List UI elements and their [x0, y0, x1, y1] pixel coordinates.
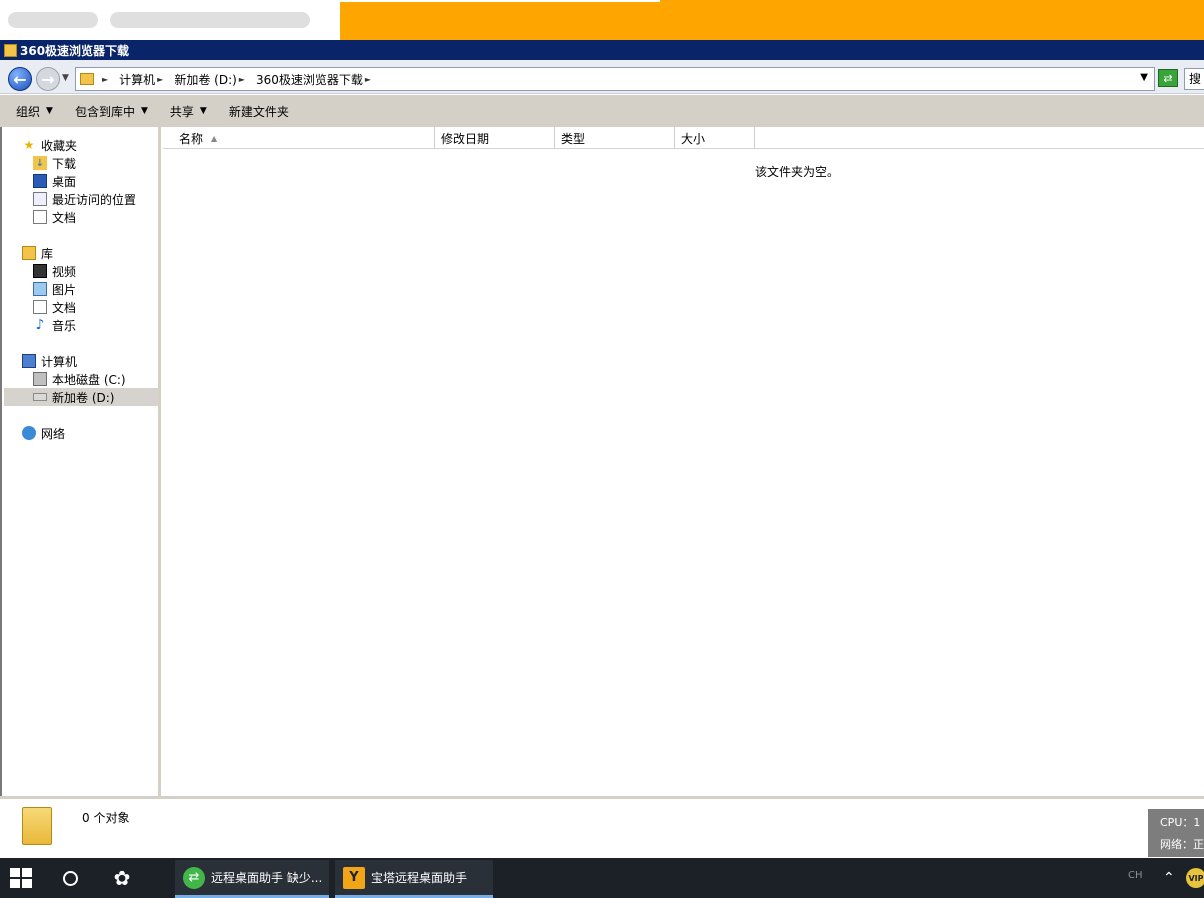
cortana-search-icon[interactable]	[63, 871, 78, 886]
share-menu[interactable]: 共享 ▼	[170, 103, 207, 120]
window-title: 360极速浏览器下载	[20, 43, 130, 58]
show-hidden-icons-chevron-up-icon[interactable]: ⌃	[1163, 870, 1175, 886]
baota-app-icon: Y	[343, 866, 365, 889]
music-note-icon: ♪	[35, 317, 45, 333]
system-drive-icon	[33, 372, 47, 386]
chevron-right-icon: ►	[157, 74, 164, 84]
nav-item-desktop[interactable]: 桌面	[33, 172, 76, 190]
forward-button[interactable]: →	[36, 67, 60, 91]
picture-icon	[33, 282, 47, 296]
sort-ascending-icon: ▲	[211, 133, 218, 143]
details-pane: 0 个对象 CPU：1 网络：正	[0, 796, 1204, 858]
task-view-button[interactable]: ✿	[111, 866, 133, 890]
chevron-right-icon: ►	[238, 74, 245, 84]
folder-icon	[80, 73, 94, 85]
nav-item-documents-favorite[interactable]: 文档	[33, 208, 76, 226]
desktop-icon	[33, 174, 47, 188]
include-in-library-menu[interactable]: 包含到库中 ▼	[75, 103, 148, 120]
windows-logo-icon	[10, 868, 20, 877]
video-icon	[33, 264, 47, 278]
taskbar-app-remote-desktop-helper[interactable]: ⇄ 远程桌面助手 缺少...	[175, 860, 329, 898]
document-icon	[33, 210, 47, 224]
back-button[interactable]: ←	[8, 67, 32, 91]
breadcrumb-root-arrow[interactable]: ►	[100, 75, 113, 84]
breadcrumb-computer[interactable]: 计算机 ►	[119, 71, 168, 88]
nav-item-pictures[interactable]: 图片	[33, 280, 76, 298]
download-folder-icon: ↓	[33, 156, 47, 170]
remote-desktop-app-icon: ⇄	[183, 866, 205, 889]
document-icon	[33, 300, 47, 314]
folder-icon	[22, 807, 52, 845]
empty-folder-message: 该文件夹为空。	[755, 165, 840, 179]
taskbar-app-baota-remote-desktop[interactable]: Y 宝塔远程桌面助手	[335, 860, 493, 898]
breadcrumb-new-volume[interactable]: 新加卷 (D:) ►	[174, 71, 250, 88]
taskbar: ✿ ⇄ 远程桌面助手 缺少... Y 宝塔远程桌面助手 CH ⌃ VIP	[0, 858, 1204, 898]
chevron-down-icon: ▼	[140, 106, 148, 116]
blurred-tab	[0, 0, 340, 40]
file-list-pane[interactable]: 名称 ▲ 修改日期 类型 大小 该文件夹为空。	[163, 127, 1204, 796]
chevron-down-icon: ▼	[46, 106, 53, 116]
folder-icon	[4, 43, 17, 57]
browser-tab-strip	[0, 0, 1204, 40]
arrow-right-icon: →	[41, 69, 55, 89]
nav-item-favorites[interactable]: ★ 收藏夹	[22, 136, 77, 154]
nav-item-local-disk-c[interactable]: 本地磁盘 (C:)	[33, 370, 126, 388]
tab-divider	[340, 0, 660, 2]
blurred-text	[8, 12, 98, 28]
nav-item-new-volume-d[interactable]: 新加卷 (D:)	[4, 388, 158, 406]
column-header-name[interactable]: 名称 ▲	[163, 127, 435, 149]
nav-item-computer[interactable]: 计算机	[22, 352, 77, 370]
search-field[interactable]: 搜	[1184, 68, 1204, 90]
column-header-modified[interactable]: 修改日期	[435, 127, 555, 149]
refresh-button[interactable]: ⇄	[1158, 69, 1178, 87]
system-monitor-panel: CPU：1 网络：正	[1148, 809, 1204, 857]
address-field[interactable]: ► 计算机 ► 新加卷 (D:) ► 360极速浏览器下载 ► ▼	[75, 67, 1155, 91]
start-button[interactable]	[10, 868, 32, 888]
nav-item-documents[interactable]: 文档	[33, 298, 76, 316]
chevron-down-icon: ▼	[199, 106, 207, 116]
nav-item-music[interactable]: ♪ 音乐	[33, 316, 76, 334]
nav-item-libraries[interactable]: 库	[22, 244, 53, 262]
recent-pages-dropdown[interactable]: ▼	[62, 73, 69, 83]
blurred-text	[110, 12, 310, 28]
library-icon	[22, 246, 36, 260]
network-readout: 网络：正	[1160, 838, 1204, 851]
column-header-size[interactable]: 大小	[675, 127, 755, 149]
refresh-icon: ⇄	[1163, 71, 1173, 85]
task-view-icon: ✿	[113, 866, 131, 890]
column-header-type[interactable]: 类型	[555, 127, 675, 149]
chevron-right-icon: ►	[364, 74, 372, 84]
arrow-left-icon: ←	[13, 69, 27, 89]
navigation-pane: ★ 收藏夹 ↓ 下载 桌面 最近访问的位置 文档 库 视频 图片 文档 ♪ 音乐…	[4, 127, 161, 796]
recent-places-icon	[33, 192, 47, 206]
window-title-bar: 360极速浏览器下载	[0, 40, 1204, 60]
star-icon: ★	[23, 138, 35, 152]
object-count: 0 个对象	[82, 811, 130, 825]
organize-menu[interactable]: 组织 ▼	[16, 103, 53, 120]
breadcrumb-current-folder[interactable]: 360极速浏览器下载 ►	[256, 71, 376, 88]
cpu-readout: CPU：1	[1160, 816, 1201, 829]
computer-icon	[22, 354, 36, 368]
column-header-row: 名称 ▲ 修改日期 类型 大小	[163, 127, 1204, 149]
nav-item-videos[interactable]: 视频	[33, 262, 76, 280]
command-bar: 组织 ▼ 包含到库中 ▼ 共享 ▼ 新建文件夹	[0, 95, 1204, 127]
nav-item-network[interactable]: 网络	[22, 424, 65, 442]
input-language-indicator[interactable]: CH	[1128, 870, 1143, 881]
new-folder-button[interactable]: 新建文件夹	[229, 103, 289, 120]
drive-icon	[33, 393, 47, 401]
nav-item-recent-places[interactable]: 最近访问的位置	[33, 190, 136, 208]
address-history-dropdown[interactable]: ▼	[1140, 72, 1148, 83]
nav-item-downloads[interactable]: ↓ 下载	[33, 154, 76, 172]
vip-tray-icon[interactable]: VIP	[1186, 868, 1204, 888]
network-icon	[22, 426, 36, 440]
address-bar: ← → ▼ ► 计算机 ► 新加卷 (D:) ► 360极速浏览器下载 ► ▼ ⇄ 搜	[0, 60, 1204, 94]
